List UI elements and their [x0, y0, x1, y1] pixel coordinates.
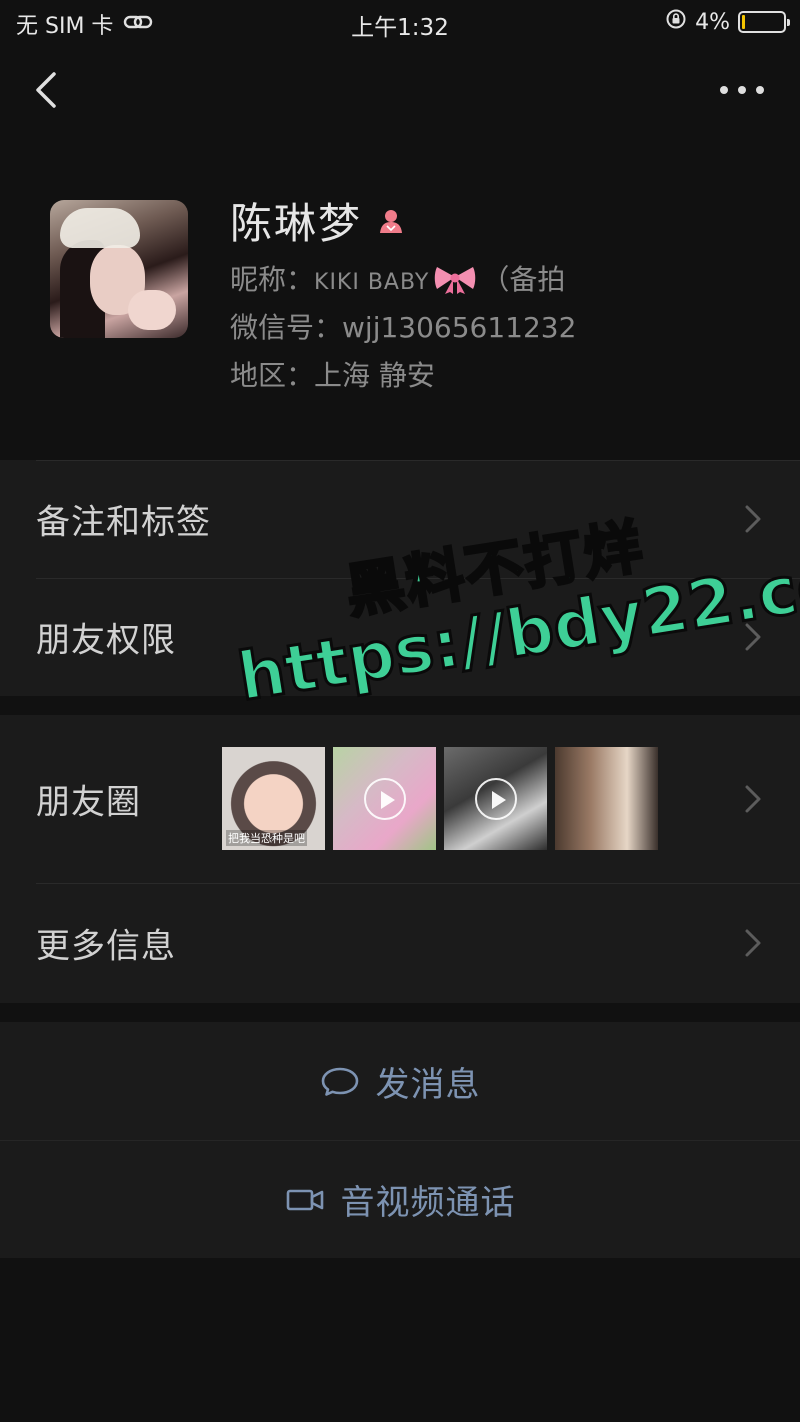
more-dot-icon — [720, 86, 728, 94]
video-call-button[interactable]: 音视频通话 — [0, 1140, 800, 1258]
status-bar: 无 SIM 卡 上午1:32 4% — [0, 0, 800, 44]
more-info-label: 更多信息 — [36, 926, 176, 967]
ribbon-bow-icon — [433, 263, 477, 295]
female-gender-icon — [376, 206, 406, 236]
chevron-right-icon — [745, 505, 761, 533]
region-value: 上海 静安 — [314, 359, 435, 392]
name-row: 陈琳梦 — [230, 190, 406, 251]
moments-thumbnails: 把我当恐种是吧 — [222, 747, 658, 850]
chevron-right-icon — [745, 929, 761, 957]
battery-fill — [742, 15, 745, 29]
settings-section: 备注和标签 朋友权限 — [0, 460, 800, 696]
battery-percent: 4% — [695, 9, 730, 35]
chevron-right-icon — [745, 785, 761, 813]
divider — [36, 883, 800, 884]
moment-thumbnail[interactable]: 把我当恐种是吧 — [222, 747, 325, 850]
rotation-lock-icon — [665, 8, 687, 36]
moment-thumbnail[interactable] — [333, 747, 436, 850]
divider — [36, 460, 800, 461]
remarks-tags-label: 备注和标签 — [36, 502, 211, 543]
wechat-id-line: 微信号：wjj13065611232 — [230, 306, 576, 346]
moments-label: 朋友圈 — [36, 782, 141, 823]
more-dot-icon — [756, 86, 764, 94]
play-video-icon — [363, 777, 406, 820]
nickname-line: 昵称：KIKI BABY （备拍 — [230, 258, 565, 298]
wechat-id-value: wjj13065611232 — [342, 311, 577, 344]
send-message-button[interactable]: 发消息 — [0, 1022, 800, 1140]
moments-row[interactable]: 朋友圈 把我当恐种是吧 — [0, 715, 800, 883]
nickname-value: KIKI BABY — [314, 270, 430, 295]
avatar[interactable] — [50, 200, 188, 338]
status-right: 4% — [665, 8, 790, 36]
remarks-tags-row[interactable]: 备注和标签 — [0, 460, 800, 578]
back-chevron-icon — [36, 72, 56, 108]
contact-profile-screen: 无 SIM 卡 上午1:32 4% 陈琳梦 昵称：KIKI BABY （备拍 微… — [0, 0, 800, 1422]
region-line: 地区：上海 静安 — [230, 354, 435, 394]
nav-bar — [0, 56, 800, 126]
moments-section: 朋友圈 把我当恐种是吧 更多信息 — [0, 715, 800, 1003]
friend-permissions-label: 朋友权限 — [36, 620, 176, 661]
avatar-hand — [128, 290, 176, 330]
more-dot-icon — [738, 86, 746, 94]
play-video-icon — [474, 777, 517, 820]
more-options-button[interactable] — [720, 80, 764, 100]
wechat-id-label: 微信号： — [230, 311, 343, 344]
profile-header: 陈琳梦 昵称：KIKI BABY （备拍 微信号：wjj13065611232 地… — [0, 190, 800, 420]
friend-permissions-row[interactable]: 朋友权限 — [0, 578, 800, 696]
chat-bubble-icon — [321, 1067, 358, 1096]
more-info-row[interactable]: 更多信息 — [0, 883, 800, 1003]
divider — [36, 578, 800, 579]
thumbnail-caption: 把我当恐种是吧 — [226, 830, 307, 846]
battery-icon — [738, 11, 790, 33]
moment-thumbnail[interactable] — [555, 747, 658, 850]
nickname-suffix: （备拍 — [481, 263, 566, 296]
region-label: 地区： — [230, 359, 315, 392]
video-camera-icon — [286, 1189, 323, 1210]
video-call-label: 音视频通话 — [340, 1183, 516, 1223]
actions-section: 发消息 音视频通话 — [0, 1022, 800, 1258]
contact-name: 陈琳梦 — [230, 199, 363, 248]
send-message-label: 发消息 — [375, 1064, 481, 1105]
avatar-bow — [60, 208, 140, 248]
moment-thumbnail[interactable] — [444, 747, 547, 850]
back-button[interactable] — [28, 68, 68, 112]
nickname-label: 昵称： — [230, 263, 315, 296]
chevron-right-icon — [745, 623, 761, 651]
